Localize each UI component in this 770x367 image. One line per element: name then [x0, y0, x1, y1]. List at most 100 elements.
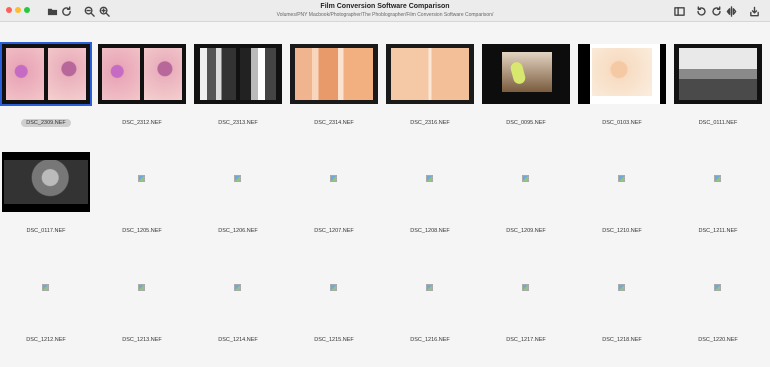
thumbnail-filename: DSC_1213.NEF [97, 337, 187, 343]
split-view-icon[interactable] [672, 4, 686, 18]
window-path: Volumes/PNY Macbook/Photographer/The Pho… [276, 12, 494, 18]
thumbnail-filename-text: DSC_2313.NEF [218, 120, 258, 126]
thumbnail-item[interactable]: DSC_1214.NEF [193, 239, 289, 347]
thumbnail-filename: DSC_1209.NEF [481, 228, 571, 234]
thumbnail-filename-text: DSC_0117.NEF [26, 228, 66, 234]
thumbnail-filename: DSC_2314.NEF [289, 120, 379, 126]
thumbnail-image[interactable] [386, 44, 474, 104]
thumbnail-filename-text: DSC_1207.NEF [314, 228, 354, 234]
broken-image-icon [522, 175, 529, 182]
thumbnail-item[interactable]: DSC_1215.NEF [289, 239, 385, 347]
thumbnail-filename: DSC_1205.NEF [97, 228, 187, 234]
thumbnail-image[interactable] [290, 44, 378, 104]
thumbnail-item[interactable]: DSC_0103.NEF [577, 22, 673, 130]
thumbnail-item[interactable]: DSC_1218.NEF [577, 239, 673, 347]
thumbnail-filename-text: DSC_2312.NEF [122, 120, 162, 126]
thumbnail-filename: DSC_1210.NEF [577, 228, 667, 234]
thumbnail-item[interactable]: DSC_0117.NEF [1, 130, 97, 238]
thumbnail-filename-text: DSC_1209.NEF [506, 228, 546, 234]
thumbnail-item[interactable]: DSC_1211.NEF [673, 130, 769, 238]
thumbnail-item[interactable]: DSC_1220.NEF [673, 239, 769, 347]
flip-icon[interactable] [724, 4, 738, 18]
thumbnail-image[interactable] [0, 42, 92, 106]
rotate-right-icon[interactable] [709, 4, 723, 18]
thumbnail-filename: DSC_0111.NEF [673, 120, 763, 126]
thumbnail-filename: DSC_2313.NEF [193, 120, 283, 126]
thumbnail-filename: DSC_1217.NEF [481, 337, 571, 343]
broken-image-icon [234, 175, 241, 182]
thumbnail-image[interactable] [674, 44, 762, 104]
thumbnail-filename-text: DSC_2309.NEF [21, 119, 71, 127]
thumbnail-item[interactable]: DSC_0095.NEF [481, 22, 577, 130]
thumbnail-filename-text: DSC_0103.NEF [602, 120, 642, 126]
thumbnail-filename: DSC_1208.NEF [385, 228, 475, 234]
thumbnail-item[interactable]: DSC_1208.NEF [385, 130, 481, 238]
broken-image-icon [426, 175, 433, 182]
thumbnail-item[interactable]: DSC_2312.NEF [97, 22, 193, 130]
broken-image-icon [618, 175, 625, 182]
zoom-out-icon[interactable] [82, 4, 96, 18]
rotate-left-icon[interactable] [694, 4, 708, 18]
thumbnail-image[interactable] [482, 44, 570, 104]
thumbnail-grid: DSC_2309.NEF DSC_2312.NEF DSC_2313.NEF D… [0, 22, 770, 367]
thumbnail-item[interactable]: DSC_1209.NEF [481, 130, 577, 238]
thumbnail-filename-text: DSC_1216.NEF [410, 337, 450, 343]
thumbnail-item[interactable]: DSC_1217.NEF [481, 239, 577, 347]
thumbnail-item[interactable]: DSC_2313.NEF [193, 22, 289, 130]
folder-icon[interactable] [45, 4, 59, 18]
thumbnail-image[interactable] [2, 152, 90, 212]
thumbnail-filename: DSC_2316.NEF [385, 120, 475, 126]
thumbnail-item[interactable]: DSC_0111.NEF [673, 22, 769, 130]
thumbnail-item[interactable]: DSC_2309.NEF [0, 22, 97, 130]
thumbnail-filename: DSC_0117.NEF [1, 228, 91, 234]
broken-image-icon [330, 175, 337, 182]
zoom-in-icon[interactable] [97, 4, 111, 18]
thumbnail-image[interactable] [578, 44, 666, 104]
broken-image-icon [330, 284, 337, 291]
thumbnail-filename-text: DSC_1205.NEF [122, 228, 162, 234]
thumbnail-filename-text: DSC_1211.NEF [698, 228, 738, 234]
window-title: Film Conversion Software Comparison [320, 3, 450, 10]
thumbnail-filename-text: DSC_0111.NEF [698, 120, 738, 126]
thumbnail-filename-text: DSC_1210.NEF [602, 228, 642, 234]
thumbnail-filename-text: DSC_1218.NEF [602, 337, 642, 343]
thumbnail-filename-text: DSC_2314.NEF [314, 120, 354, 126]
thumbnail-item[interactable]: DSC_1216.NEF [385, 239, 481, 347]
thumbnail-image[interactable] [98, 44, 186, 104]
thumbnail-item[interactable]: DSC_1206.NEF [193, 130, 289, 238]
thumbnail-filename-text: DSC_1214.NEF [218, 337, 258, 343]
thumbnail-filename: DSC_1206.NEF [193, 228, 283, 234]
thumbnail-filename: DSC_2309.NEF [1, 119, 91, 127]
thumbnail-filename: DSC_1218.NEF [577, 337, 667, 343]
close-window-button[interactable] [6, 7, 12, 13]
minimize-window-button[interactable] [15, 7, 21, 13]
thumbnail-image[interactable] [194, 44, 282, 104]
refresh-icon[interactable] [59, 4, 73, 18]
broken-image-icon [426, 284, 433, 291]
thumbnail-item[interactable]: DSC_1213.NEF [97, 239, 193, 347]
thumbnail-filename: DSC_0095.NEF [481, 120, 571, 126]
thumbnail-item[interactable]: DSC_2314.NEF [289, 22, 385, 130]
thumbnail-item[interactable]: DSC_1205.NEF [97, 130, 193, 238]
thumbnail-item[interactable]: DSC_1212.NEF [1, 239, 97, 347]
thumbnail-filename: DSC_1211.NEF [673, 228, 763, 234]
thumbnail-filename-text: DSC_1206.NEF [218, 228, 258, 234]
thumbnail-filename-text: DSC_2316.NEF [410, 120, 450, 126]
thumbnail-item[interactable]: DSC_2316.NEF [385, 22, 481, 130]
broken-image-icon [522, 284, 529, 291]
thumbnail-filename-text: DSC_1220.NEF [698, 337, 738, 343]
export-icon[interactable] [747, 4, 761, 18]
thumbnail-filename-text: DSC_1215.NEF [314, 337, 354, 343]
thumbnail-item[interactable]: DSC_1207.NEF [289, 130, 385, 238]
maximize-window-button[interactable] [24, 7, 30, 13]
broken-image-icon [234, 284, 241, 291]
thumbnail-filename: DSC_1216.NEF [385, 337, 475, 343]
broken-image-icon [714, 284, 721, 291]
thumbnail-filename-text: DSC_1212.NEF [26, 337, 66, 343]
thumbnail-filename-text: DSC_1208.NEF [410, 228, 450, 234]
thumbnail-filename: DSC_1212.NEF [1, 337, 91, 343]
thumbnail-item[interactable]: DSC_1210.NEF [577, 130, 673, 238]
window-title-area: Film Conversion Software Comparison Volu… [200, 2, 570, 19]
thumbnail-filename-text: DSC_1217.NEF [506, 337, 546, 343]
thumbnail-filename-text: DSC_1213.NEF [122, 337, 162, 343]
